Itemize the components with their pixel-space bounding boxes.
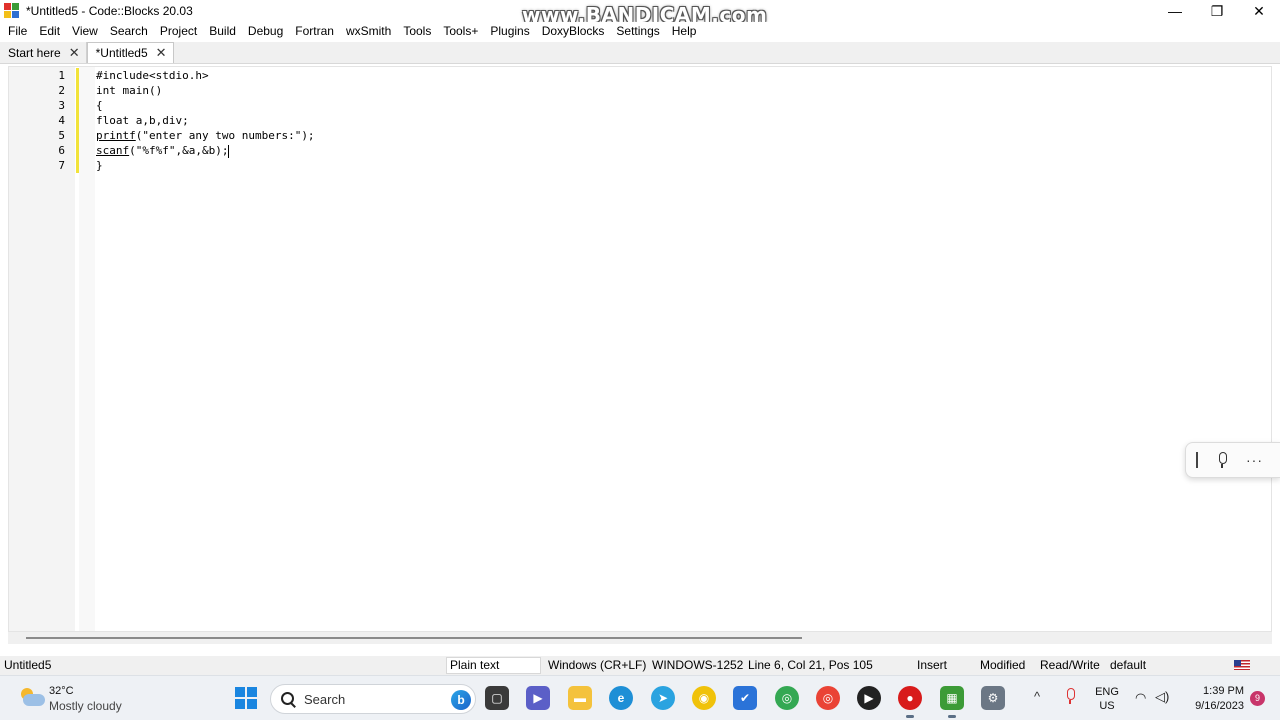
menu-bar: File Edit View Search Project Build Debu…: [0, 22, 1280, 41]
settings-gear-icon[interactable]: ⚙: [981, 686, 1005, 710]
text-caret: [228, 144, 230, 158]
menu-search[interactable]: Search: [104, 22, 154, 41]
clock-date: 9/16/2023: [1195, 700, 1244, 712]
code-line[interactable]: {: [96, 98, 1271, 113]
line-number: 3: [58, 99, 65, 112]
tab-close-icon[interactable]: ✕: [69, 45, 80, 61]
weather-temperature[interactable]: 32°C: [49, 685, 74, 697]
window-controls: — ❐ ✕: [1154, 0, 1280, 22]
clock-time: 1:39 PM: [1203, 685, 1244, 697]
codeblocks-app-icon: [4, 3, 20, 19]
menu-fortran[interactable]: Fortran: [289, 22, 340, 41]
code-line[interactable]: printf("enter any two numbers:");: [96, 128, 1271, 143]
teams-icon[interactable]: ▶: [526, 686, 550, 710]
more-options-icon[interactable]: ···: [1246, 452, 1263, 468]
line-number: 2: [58, 84, 65, 97]
notification-badge[interactable]: 9: [1250, 691, 1265, 706]
input-language-indicator[interactable]: ENG US: [1095, 685, 1119, 713]
bandicam-record-icon[interactable]: ●: [898, 686, 922, 718]
menu-debug[interactable]: Debug: [242, 22, 289, 41]
code-line[interactable]: }: [96, 158, 1271, 173]
status-line-endings: Windows (CR+LF): [548, 658, 647, 672]
weather-cloud-icon[interactable]: [19, 688, 45, 708]
code-line[interactable]: #include<stdio.h>: [96, 68, 1271, 83]
status-access: Read/Write: [1040, 658, 1100, 672]
edge-icon[interactable]: e: [609, 686, 633, 710]
status-file: Untitled5: [4, 658, 52, 672]
status-profile: default: [1110, 658, 1147, 672]
voice-typing-widget: ···: [1185, 442, 1280, 478]
menu-view[interactable]: View: [66, 22, 104, 41]
title-bar: *Untitled5 - Code::Blocks 20.03 www.BAND…: [0, 0, 1280, 27]
menu-build[interactable]: Build: [203, 22, 242, 41]
status-position: Line 6, Col 21, Pos 105: [748, 658, 873, 672]
status-language[interactable]: Plain text: [446, 657, 541, 674]
line-number: 1: [58, 69, 65, 82]
search-label: Search: [304, 692, 346, 707]
status-mode: Insert: [917, 658, 948, 672]
taskbar-search-box[interactable]: Search b: [270, 684, 476, 714]
maximize-button[interactable]: ❐: [1196, 0, 1238, 22]
todo-icon[interactable]: ✔: [733, 686, 757, 710]
line-number: 6: [58, 144, 65, 157]
menu-doxyblocks[interactable]: DoxyBlocks: [536, 22, 611, 41]
search-icon: [281, 692, 295, 706]
menu-tools-plus[interactable]: Tools+: [437, 22, 484, 41]
microphone-icon[interactable]: [1216, 451, 1228, 469]
menu-help[interactable]: Help: [666, 22, 703, 41]
tab-label: *Untitled5: [95, 46, 148, 60]
menu-file[interactable]: File: [0, 22, 33, 41]
line-number: 5: [58, 129, 65, 142]
file-explorer-icon[interactable]: ▬: [568, 686, 592, 710]
menu-plugins[interactable]: Plugins: [484, 22, 535, 41]
wifi-icon[interactable]: ◠: [1135, 690, 1146, 706]
minimize-button[interactable]: —: [1154, 0, 1196, 22]
tab-close-icon[interactable]: ✕: [156, 45, 167, 61]
scrollbar-thumb[interactable]: [26, 637, 802, 639]
menu-edit[interactable]: Edit: [33, 22, 66, 41]
windows-start-icon[interactable]: [235, 687, 257, 709]
volume-icon[interactable]: ◁): [1155, 689, 1169, 705]
code-line[interactable]: scanf("%f%f",&a,&b);: [96, 143, 1271, 158]
horizontal-scrollbar[interactable]: [8, 632, 1272, 644]
tab-start-here[interactable]: Start here ✕: [0, 42, 87, 63]
status-bar: Untitled5 Plain text Windows (CR+LF) WIN…: [0, 656, 1280, 675]
chrome-icon[interactable]: ◎: [775, 686, 799, 710]
line-number: 4: [58, 114, 65, 127]
line-number-gutter: 1 2 3 4 5 6 7: [9, 67, 75, 631]
yellow-app-icon[interactable]: ◉: [692, 686, 716, 710]
us-flag-icon: [1234, 660, 1250, 670]
media-player-icon[interactable]: ▶: [857, 686, 881, 710]
code-line[interactable]: float a,b,div;: [96, 113, 1271, 128]
bing-icon[interactable]: b: [451, 690, 471, 710]
tray-microphone-icon[interactable]: [1065, 688, 1075, 706]
tab-untitled5[interactable]: *Untitled5 ✕: [86, 42, 174, 63]
code-editor[interactable]: 1 2 3 4 5 6 7 #include<stdio.h> int main…: [8, 66, 1272, 632]
codeblocks-taskbar-icon[interactable]: ▦: [940, 686, 964, 718]
fold-margin[interactable]: [79, 67, 95, 631]
drag-handle[interactable]: [1196, 452, 1198, 468]
telegram-icon[interactable]: ➤: [651, 686, 675, 710]
menu-tools[interactable]: Tools: [397, 22, 437, 41]
line-number: 7: [58, 159, 65, 172]
spell-flag: scanf: [96, 144, 130, 157]
code-area[interactable]: #include<stdio.h> int main() { float a,b…: [96, 68, 1271, 173]
taskbar-clock[interactable]: 1:39 PM 9/16/2023: [1182, 684, 1244, 714]
status-encoding: WINDOWS-1252: [652, 658, 744, 672]
tray-overflow-chevron-icon[interactable]: ^: [1034, 689, 1040, 704]
windows-taskbar: 32°C Mostly cloudy Search b ▢ ▶ ▬ e ➤ ◉ …: [0, 675, 1280, 720]
editor-tab-bar: Start here ✕ *Untitled5 ✕: [0, 42, 1280, 64]
tab-label: Start here: [8, 45, 61, 60]
window-title: *Untitled5 - Code::Blocks 20.03: [26, 4, 193, 18]
menu-project[interactable]: Project: [154, 22, 203, 41]
chrome-profile-icon[interactable]: ◎: [816, 686, 840, 710]
code-line[interactable]: int main(): [96, 83, 1271, 98]
status-modified: Modified: [980, 658, 1026, 672]
task-view-icon[interactable]: ▢: [485, 686, 509, 710]
weather-description[interactable]: Mostly cloudy: [49, 699, 122, 713]
close-button[interactable]: ✕: [1238, 0, 1280, 22]
menu-settings[interactable]: Settings: [610, 22, 665, 41]
menu-wxsmith[interactable]: wxSmith: [340, 22, 397, 41]
spell-flag: printf: [96, 129, 136, 142]
